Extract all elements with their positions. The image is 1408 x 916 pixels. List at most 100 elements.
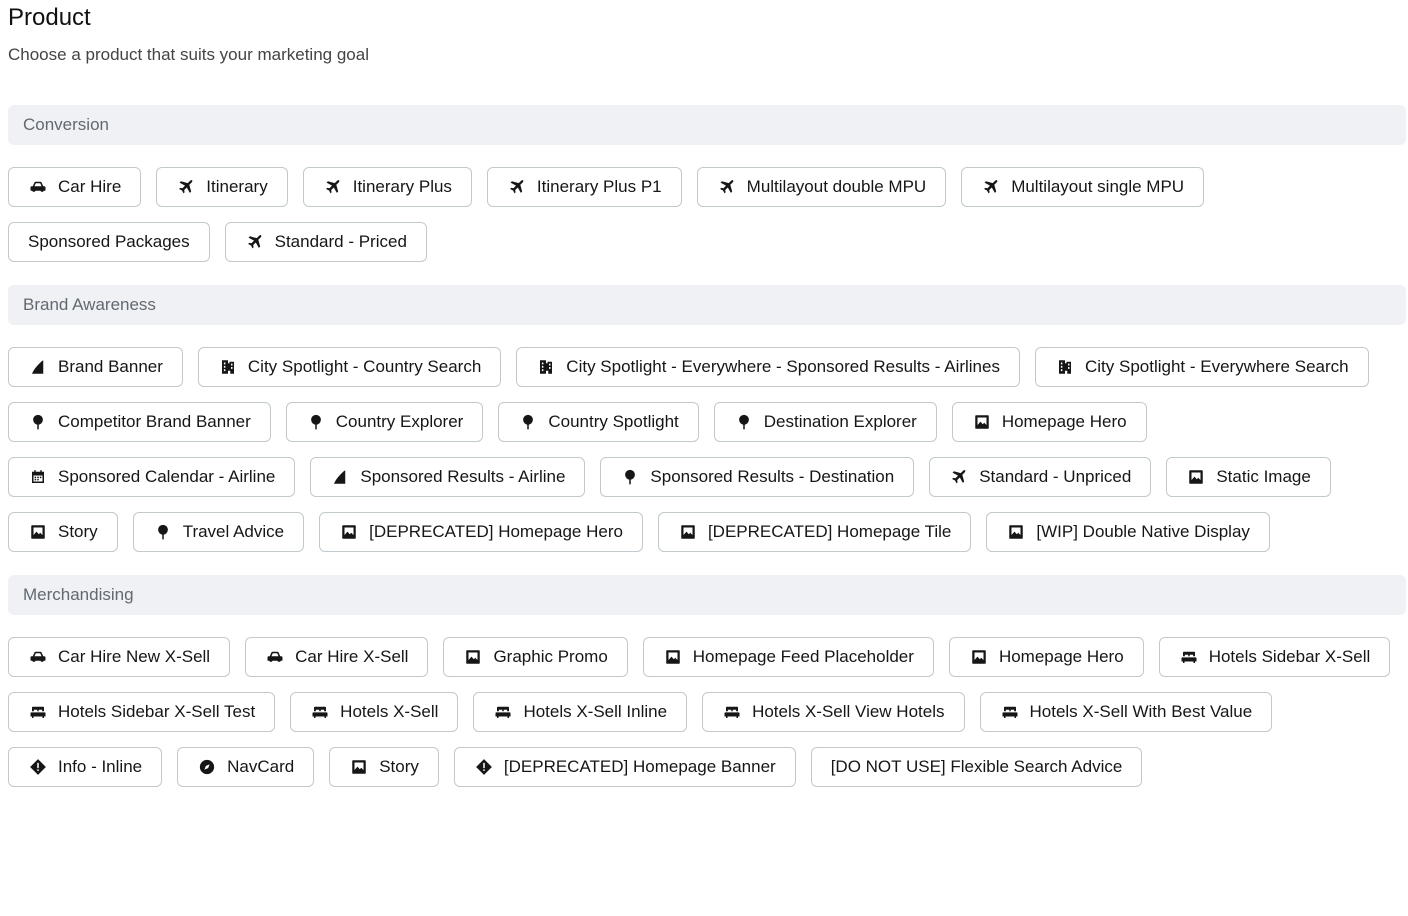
product-chip-car-hire-new-x-sell[interactable]: Car Hire New X-Sell xyxy=(8,637,231,677)
product-chip-multilayout-double-mpu[interactable]: Multilayout double MPU xyxy=(696,167,947,207)
plane-icon xyxy=(176,177,196,197)
image-icon xyxy=(339,522,359,542)
car-icon xyxy=(28,177,48,197)
product-chip-itinerary-plus[interactable]: Itinerary Plus xyxy=(302,167,472,207)
product-chip-city-spotlight-country-search[interactable]: City Spotlight - Country Search xyxy=(197,347,502,387)
product-chip-label: Sponsored Results - Airline xyxy=(360,467,566,486)
plane-icon xyxy=(323,177,343,197)
product-chip-deprecated-homepage-tile[interactable]: [DEPRECATED] Homepage Tile xyxy=(657,512,972,552)
product-chip-do-not-use-flexible-search-advice[interactable]: [DO NOT USE] Flexible Search Advice xyxy=(810,747,1143,787)
product-chip-label: Standard - Unpriced xyxy=(979,467,1132,486)
product-chip-story[interactable]: Story xyxy=(8,512,118,552)
plane-icon xyxy=(949,467,969,487)
image-icon xyxy=(969,647,989,667)
info-diamond-icon xyxy=(28,757,48,777)
product-chip-homepage-feed-placeholder[interactable]: Homepage Feed Placeholder xyxy=(642,637,934,677)
product-chip-label: Sponsored Results - Destination xyxy=(650,467,895,486)
product-chip-label: Homepage Hero xyxy=(998,647,1124,666)
plane-icon xyxy=(507,177,527,197)
product-chip-label: Sponsored Calendar - Airline xyxy=(58,467,276,486)
product-chip-list: Car Hire New X-Sell Car Hire X-Sell Graphi… xyxy=(8,615,1406,810)
product-chip-travel-advice[interactable]: Travel Advice xyxy=(132,512,305,552)
product-chip-label: City Spotlight - Everywhere - Sponsored … xyxy=(566,357,1000,376)
pin-icon xyxy=(153,522,173,542)
product-chip-competitor-brand-banner[interactable]: Competitor Brand Banner xyxy=(8,402,271,442)
bed-icon xyxy=(310,702,330,722)
product-chip-label: Competitor Brand Banner xyxy=(58,412,251,431)
product-chip-label: Static Image xyxy=(1216,467,1311,486)
product-chip-label: Story xyxy=(379,757,419,776)
bed-icon xyxy=(722,702,742,722)
product-chip-story[interactable]: Story xyxy=(329,747,439,787)
bed-icon xyxy=(1179,647,1199,667)
product-chip-city-spotlight-everywhere-search[interactable]: City Spotlight - Everywhere Search xyxy=(1034,347,1369,387)
product-chip-label: [DEPRECATED] Homepage Banner xyxy=(503,757,776,776)
product-chip-label: Hotels X-Sell View Hotels xyxy=(752,702,945,721)
product-chip-car-hire-x-sell[interactable]: Car Hire X-Sell xyxy=(245,637,429,677)
product-chip-label: Hotels Sidebar X-Sell xyxy=(1208,647,1371,666)
city-icon xyxy=(1055,357,1075,377)
image-icon xyxy=(678,522,698,542)
product-chip-car-hire[interactable]: Car Hire xyxy=(8,167,142,207)
plane-icon xyxy=(717,177,737,197)
city-icon xyxy=(536,357,556,377)
product-chip-label: City Spotlight - Everywhere Search xyxy=(1084,357,1349,376)
banner-icon xyxy=(330,467,350,487)
product-chip-hotels-sidebar-x-sell-test[interactable]: Hotels Sidebar X-Sell Test xyxy=(8,692,276,732)
product-chip-label: City Spotlight - Country Search xyxy=(247,357,482,376)
product-chip-sponsored-results-airline[interactable]: Sponsored Results - Airline xyxy=(310,457,586,497)
page-title: Product xyxy=(8,4,91,31)
product-chip-info-inline[interactable]: Info - Inline xyxy=(8,747,163,787)
product-chip-label: Info - Inline xyxy=(58,757,143,776)
bed-icon xyxy=(493,702,513,722)
product-chip-label: [DEPRECATED] Homepage Hero xyxy=(369,522,623,541)
product-chip-country-spotlight[interactable]: Country Spotlight xyxy=(498,402,699,442)
product-chip-deprecated-homepage-hero[interactable]: [DEPRECATED] Homepage Hero xyxy=(319,512,643,552)
product-chip-city-spotlight-everywhere-sponsored-results-airlines[interactable]: City Spotlight - Everywhere - Sponsored … xyxy=(516,347,1020,387)
product-chip-hotels-x-sell[interactable]: Hotels X-Sell xyxy=(290,692,459,732)
product-chip-multilayout-single-mpu[interactable]: Multilayout single MPU xyxy=(961,167,1205,207)
pin-icon xyxy=(28,412,48,432)
section-header: Merchandising xyxy=(8,575,1406,615)
product-chip-itinerary-plus-p1[interactable]: Itinerary Plus P1 xyxy=(486,167,682,207)
product-chip-label: Hotels Sidebar X-Sell Test xyxy=(58,702,256,721)
product-chip-country-explorer[interactable]: Country Explorer xyxy=(285,402,484,442)
product-chip-list: Car Hire Itinerary Itinerary Plus Itinerary… xyxy=(8,145,1406,285)
product-chip-homepage-hero[interactable]: Homepage Hero xyxy=(951,402,1147,442)
product-chip-navcard[interactable]: NavCard xyxy=(177,747,315,787)
info-diamond-icon xyxy=(474,757,494,777)
product-chip-label: Multilayout double MPU xyxy=(746,177,927,196)
image-icon xyxy=(663,647,683,667)
image-icon xyxy=(28,522,48,542)
product-chip-graphic-promo[interactable]: Graphic Promo xyxy=(443,637,628,677)
product-chip-label: Destination Explorer xyxy=(763,412,917,431)
city-icon xyxy=(218,357,238,377)
product-chip-sponsored-results-destination[interactable]: Sponsored Results - Destination xyxy=(600,457,915,497)
plane-icon xyxy=(245,232,265,252)
product-chip-brand-banner[interactable]: Brand Banner xyxy=(8,347,183,387)
product-chip-label: Car Hire X-Sell xyxy=(295,647,409,666)
product-chip-label: Hotels X-Sell xyxy=(340,702,439,721)
product-chip-label: Sponsored Packages xyxy=(28,232,190,251)
product-chip-hotels-x-sell-inline[interactable]: Hotels X-Sell Inline xyxy=(473,692,688,732)
car-icon xyxy=(28,647,48,667)
product-chip-static-image[interactable]: Static Image xyxy=(1166,457,1331,497)
product-chip-hotels-x-sell-view-hotels[interactable]: Hotels X-Sell View Hotels xyxy=(702,692,965,732)
product-chip-list: Brand Banner City Spotlight - Country Sea… xyxy=(8,325,1406,575)
product-chip-standard-unpriced[interactable]: Standard - Unpriced xyxy=(929,457,1152,497)
product-chip-label: Hotels X-Sell Inline xyxy=(523,702,668,721)
product-chip-label: Homepage Feed Placeholder xyxy=(692,647,914,666)
product-chip-homepage-hero[interactable]: Homepage Hero xyxy=(948,637,1144,677)
product-chip-label: [DEPRECATED] Homepage Tile xyxy=(707,522,952,541)
product-chip-deprecated-homepage-banner[interactable]: [DEPRECATED] Homepage Banner xyxy=(453,747,796,787)
image-icon xyxy=(463,647,483,667)
product-chip-hotels-sidebar-x-sell[interactable]: Hotels Sidebar X-Sell xyxy=(1158,637,1391,677)
product-chip-hotels-x-sell-with-best-value[interactable]: Hotels X-Sell With Best Value xyxy=(979,692,1273,732)
product-chip-standard-priced[interactable]: Standard - Priced xyxy=(224,222,427,262)
product-chip-itinerary[interactable]: Itinerary xyxy=(156,167,288,207)
product-page: Product Choose a product that suits your… xyxy=(0,0,1408,810)
product-chip-destination-explorer[interactable]: Destination Explorer xyxy=(713,402,937,442)
product-chip-sponsored-calendar-airline[interactable]: Sponsored Calendar - Airline xyxy=(8,457,296,497)
product-chip-sponsored-packages[interactable]: Sponsored Packages xyxy=(8,222,210,262)
product-chip-wip-double-native-display[interactable]: [WIP] Double Native Display xyxy=(986,512,1270,552)
